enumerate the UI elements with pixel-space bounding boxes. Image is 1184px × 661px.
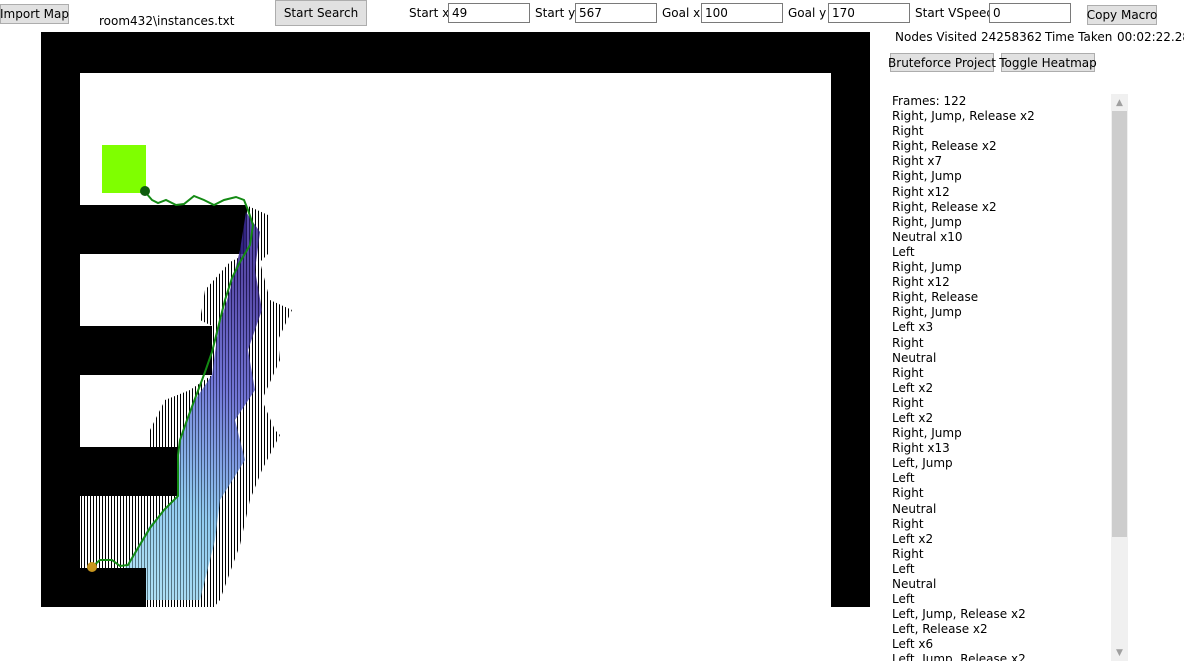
output-line: Right, Jump bbox=[892, 169, 962, 184]
output-line: Left, Jump, Release x2 bbox=[892, 652, 1026, 661]
start-search-button[interactable]: Start Search bbox=[275, 0, 367, 26]
output-line: Left, Jump, Release x2 bbox=[892, 607, 1026, 622]
goal-y-label: Goal y bbox=[788, 6, 827, 20]
output-line: Left x2 bbox=[892, 410, 934, 425]
scroll-thumb[interactable] bbox=[1112, 111, 1127, 537]
output-line: Left x6 bbox=[892, 637, 934, 652]
start-y-label: Start y bbox=[535, 6, 576, 20]
ledge-1 bbox=[80, 205, 246, 254]
start-vspeed-input[interactable] bbox=[989, 3, 1071, 23]
bruteforce-project-button[interactable]: Bruteforce Project bbox=[888, 53, 996, 72]
output-line: Right, Release bbox=[892, 290, 979, 305]
map-canvas bbox=[41, 32, 870, 607]
scroll-up-arrow-icon[interactable]: ▲ bbox=[1111, 94, 1128, 111]
output-line: Right x13 bbox=[892, 441, 950, 456]
output-line: Right, Jump bbox=[892, 426, 962, 441]
output-line: Left, Release x2 bbox=[892, 622, 988, 637]
output-line: Right, Jump, Release x2 bbox=[892, 109, 1035, 124]
output-line: Neutral x10 bbox=[892, 229, 963, 244]
time-taken-label: Time Taken bbox=[1045, 30, 1113, 44]
wall-top bbox=[41, 32, 870, 73]
output-line: Right, Jump bbox=[892, 214, 962, 229]
output-line: Right bbox=[892, 395, 924, 410]
output-line: Right, Release x2 bbox=[892, 199, 997, 214]
output-scrollbar[interactable]: ▲ ▼ bbox=[1111, 94, 1128, 661]
goal-block bbox=[102, 145, 146, 193]
output-line: Left x2 bbox=[892, 380, 934, 395]
output-line: Left, Jump bbox=[892, 456, 953, 471]
output-line: Right bbox=[892, 546, 924, 561]
nodes-visited-label: Nodes Visited bbox=[895, 30, 977, 44]
output-line: Right x12 bbox=[892, 275, 950, 290]
goal-x-label: Goal x bbox=[662, 6, 701, 20]
start-x-label: Start x bbox=[409, 6, 450, 20]
output-line: Left bbox=[892, 471, 915, 486]
output-line: Right bbox=[892, 365, 924, 380]
wall-left bbox=[41, 32, 80, 607]
output-line: Neutral bbox=[892, 577, 937, 591]
copy-macro-button[interactable]: Copy Macro bbox=[1087, 5, 1157, 25]
goal-y-input[interactable] bbox=[828, 3, 910, 23]
ledge-3 bbox=[80, 447, 178, 496]
start-x-input[interactable] bbox=[448, 3, 530, 23]
output-line: Neutral bbox=[892, 501, 937, 516]
output-line: Right x7 bbox=[892, 154, 943, 169]
output-line: Right bbox=[892, 516, 924, 531]
start-vspeed-label: Start VSpeed bbox=[915, 6, 994, 20]
output-line: Left bbox=[892, 244, 915, 259]
nodes-visited-value: 24258362 bbox=[981, 30, 1043, 44]
output-line: Frames: 122 bbox=[892, 94, 967, 108]
output-line: Right x12 bbox=[892, 184, 950, 199]
output-line: Neutral bbox=[892, 350, 937, 365]
output-line: Right, Jump bbox=[892, 305, 962, 320]
search-trace bbox=[80, 205, 292, 607]
toggle-heatmap-button[interactable]: Toggle Heatmap bbox=[999, 53, 1097, 72]
output-line: Left x3 bbox=[892, 320, 934, 335]
output-line: Right bbox=[892, 486, 924, 501]
output-line: Right bbox=[892, 335, 924, 350]
scroll-down-arrow-icon[interactable]: ▼ bbox=[1111, 644, 1128, 661]
output-line: Left bbox=[892, 592, 915, 607]
end-marker bbox=[140, 186, 150, 196]
output-line: Left x2 bbox=[892, 531, 934, 546]
import-map-button[interactable]: Import Map bbox=[0, 4, 69, 24]
goal-x-input[interactable] bbox=[701, 3, 783, 23]
time-taken-value: 00:02:22.28 bbox=[1117, 30, 1184, 44]
wall-right bbox=[831, 32, 870, 607]
start-y-input[interactable] bbox=[575, 3, 657, 23]
output-line: Left bbox=[892, 561, 915, 576]
output-line: Right, Release x2 bbox=[892, 139, 997, 154]
start-marker bbox=[87, 562, 97, 572]
map-filename: room432\instances.txt bbox=[99, 14, 235, 28]
output-line: Right, Jump bbox=[892, 260, 962, 275]
macro-output-list[interactable]: Frames: 122 Right, Jump, Release x2 Right R… bbox=[887, 94, 1111, 661]
ledge-2 bbox=[80, 326, 212, 375]
output-line: Right bbox=[892, 124, 924, 139]
